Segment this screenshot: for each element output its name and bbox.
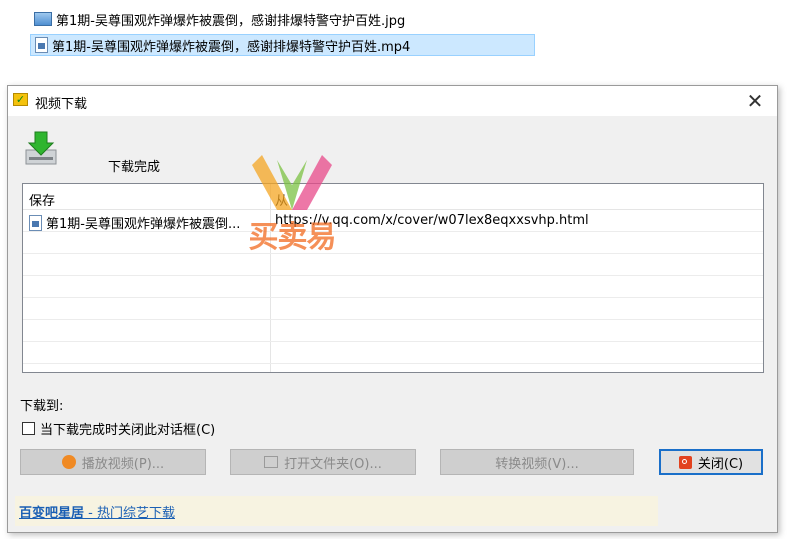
power-icon <box>678 455 692 469</box>
download-icon <box>25 131 57 165</box>
close-when-done-option[interactable]: 当下载完成时关闭此对话框(C) <box>22 419 215 438</box>
save-to-label: 下载到: <box>20 399 64 414</box>
app-check-icon: ✓ <box>13 93 28 106</box>
column-from[interactable]: 从 <box>275 190 288 209</box>
convert-video-button[interactable]: 转换视频(V)... <box>440 449 634 475</box>
empty-row <box>23 298 763 320</box>
play-video-label: 播放视频(P)... <box>81 456 165 472</box>
download-list[interactable]: 保存 从 第1期-吴尊围观炸弹爆炸被震倒... https://v.qq.com… <box>22 183 764 373</box>
row-file-name: 第1期-吴尊围观炸弹爆炸被震倒... <box>46 217 241 232</box>
video-file-icon <box>29 214 42 231</box>
convert-video-label: 转换视频(V)... <box>495 456 579 472</box>
empty-row <box>23 276 763 298</box>
file-name: 第1期-吴尊围观炸弹爆炸被震倒，感谢排爆特警守护百姓.jpg <box>56 13 406 29</box>
close-when-done-label: 当下载完成时关闭此对话框(C) <box>40 423 216 438</box>
footer-brand: 百变吧星居 <box>19 506 85 521</box>
table-row[interactable]: 第1期-吴尊围观炸弹爆炸被震倒... https://v.qq.com/x/co… <box>23 210 763 232</box>
titlebar: ✓ 视频下载 ✕ <box>8 86 777 116</box>
close-icon[interactable]: ✕ <box>741 89 769 113</box>
download-status: 下载完成 <box>108 160 161 175</box>
close-label: 关闭(C) <box>697 456 744 472</box>
row-name-cell: 第1期-吴尊围观炸弹爆炸被震倒... <box>29 213 267 232</box>
empty-row <box>23 342 763 364</box>
play-icon <box>61 455 76 469</box>
dialog-title: 视频下载 <box>35 97 88 112</box>
file-name: 第1期-吴尊围观炸弹爆炸被震倒，感谢排爆特警守护百姓.mp4 <box>52 39 411 55</box>
open-folder-button[interactable]: 打开文件夹(O)... <box>230 449 416 475</box>
file-item-mp4[interactable]: 第1期-吴尊围观炸弹爆炸被震倒，感谢排爆特警守护百姓.mp4 <box>30 34 535 56</box>
list-header: 保存 从 <box>23 184 763 210</box>
video-download-dialog: ✓ 视频下载 ✕ 下载完成 保存 从 第1期-吴尊围观炸弹爆炸被震倒... ht… <box>7 85 778 533</box>
play-video-button[interactable]: 播放视频(P)... <box>20 449 206 475</box>
image-file-icon <box>34 12 52 26</box>
footer-link-suffix: - 热门综艺下载 <box>84 506 175 521</box>
footer-bar: 百变吧星居 - 热门综艺下载 <box>15 496 658 526</box>
column-save[interactable]: 保存 <box>29 190 55 209</box>
open-folder-label: 打开文件夹(O)... <box>284 456 382 472</box>
close-button[interactable]: 关闭(C) <box>659 449 763 475</box>
folder-icon <box>264 456 279 468</box>
file-item-jpg[interactable]: 第1期-吴尊围观炸弹爆炸被震倒，感谢排爆特警守护百姓.jpg <box>30 8 411 30</box>
row-source-url: https://v.qq.com/x/cover/w07lex8eqxxsvhp… <box>275 213 589 228</box>
close-when-done-checkbox[interactable] <box>22 422 35 435</box>
empty-row <box>23 320 763 342</box>
footer-link[interactable]: 百变吧星居 - 热门综艺下载 <box>19 502 175 521</box>
video-file-icon <box>35 37 48 53</box>
empty-row <box>23 254 763 276</box>
empty-row <box>23 232 763 254</box>
